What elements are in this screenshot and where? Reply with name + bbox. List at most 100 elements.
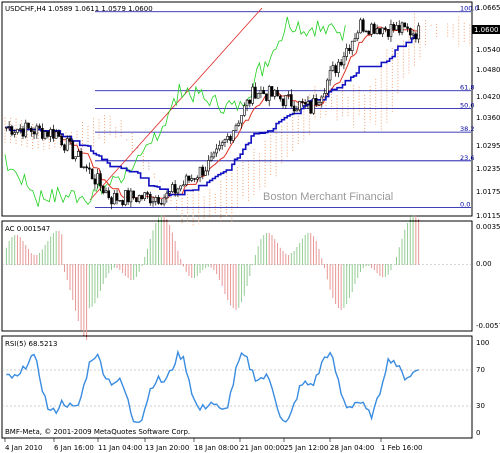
candle-body xyxy=(93,178,97,185)
candle-body xyxy=(195,177,199,180)
candle-body xyxy=(226,135,230,140)
candle-body xyxy=(13,132,16,135)
x-tick-label: 1 Feb 16:00 xyxy=(381,444,422,452)
fib-label: 61.8 xyxy=(460,84,474,92)
candle-body xyxy=(301,101,304,103)
candle-body xyxy=(82,166,86,168)
x-tick-label: 18 Jan 08:00 xyxy=(194,444,238,452)
candle-body xyxy=(18,128,22,130)
candle-body xyxy=(290,94,293,107)
fib-label: 0.0 xyxy=(460,200,470,208)
candle-body xyxy=(339,61,343,66)
candle-body xyxy=(160,203,163,205)
candle-body xyxy=(256,92,260,99)
x-tick-label: 6 Jan 16:00 xyxy=(54,444,94,452)
candle-body xyxy=(276,89,279,97)
candle-body xyxy=(65,138,69,151)
candle-body xyxy=(29,127,33,132)
candle-body xyxy=(265,93,268,101)
candle-body xyxy=(101,185,105,194)
ac-tick-label: 0.00359 xyxy=(476,223,500,231)
candle-body xyxy=(63,144,66,151)
candle-body xyxy=(237,122,241,126)
candle-body xyxy=(245,99,249,107)
rsi-label: RSI(5) 68.5213 xyxy=(5,340,57,348)
rsi-tick-label: 30 xyxy=(476,402,485,410)
x-tick-label: 28 Jan 04:00 xyxy=(330,444,374,452)
candle-body xyxy=(323,93,326,98)
ohlc-label: 1.0589 1.0611 1.0579 1.0600 xyxy=(48,5,153,13)
candle-body xyxy=(378,28,382,35)
price-tick-label: 1.0115 xyxy=(476,212,500,220)
candle-body xyxy=(157,197,160,204)
candle-body xyxy=(21,128,25,137)
candle-body xyxy=(38,125,41,129)
candle-body xyxy=(295,109,299,112)
candle-body xyxy=(68,138,72,142)
candle-body xyxy=(389,24,393,37)
candle-body xyxy=(184,175,188,186)
rsi-tick-label: 0 xyxy=(476,429,480,437)
candle-body xyxy=(218,145,221,150)
candle-body xyxy=(212,152,216,158)
candle-body xyxy=(49,129,52,137)
candle-body xyxy=(364,30,368,33)
x-tick-label: 25 Jan 12:00 xyxy=(284,444,328,452)
candle-body xyxy=(395,25,398,31)
candle-body xyxy=(148,194,152,204)
candle-body xyxy=(240,115,243,124)
candle-body xyxy=(370,23,373,35)
candle-body xyxy=(79,151,83,168)
candle-body xyxy=(71,140,75,160)
price-tick-label: 1.0480 xyxy=(476,66,500,74)
candle-body xyxy=(96,173,99,185)
candle-body xyxy=(345,47,348,57)
candle-body xyxy=(165,192,169,199)
price-tick-label: 1.0420 xyxy=(476,93,500,101)
price-tick-label: 1.0175 xyxy=(476,188,500,196)
candle-body xyxy=(171,184,174,192)
price-tick-label: 1.0540 xyxy=(476,46,500,54)
candle-body xyxy=(326,79,329,94)
candle-body xyxy=(350,40,354,52)
candle-body xyxy=(124,190,127,206)
price-tick-label: 1.0665 xyxy=(476,4,500,12)
candle-body xyxy=(392,24,396,31)
candle-body xyxy=(414,33,418,40)
candle-body xyxy=(57,131,61,137)
candle-body xyxy=(88,167,91,170)
candle-body xyxy=(270,86,274,97)
candle-body xyxy=(342,56,346,66)
candle-body xyxy=(262,90,265,95)
candle-body xyxy=(10,126,14,135)
candle-body xyxy=(110,197,113,205)
candle-body xyxy=(248,99,252,104)
fib-label: 50.0 xyxy=(460,102,474,110)
candle-body xyxy=(409,28,412,36)
candle-body xyxy=(384,27,387,30)
ac-tick-label: -0.00578 xyxy=(476,322,500,330)
copyright: BMF-Meta, © 2001-2009 MetaQuotes Softwar… xyxy=(5,428,190,436)
candle-body xyxy=(243,105,246,116)
candle-body xyxy=(328,70,332,81)
candle-body xyxy=(182,184,185,187)
x-tick-label: 11 Jan 04:00 xyxy=(98,444,142,452)
candle-body xyxy=(292,105,296,112)
candle-body xyxy=(381,27,384,35)
rsi-tick-label: 70 xyxy=(476,366,485,374)
candle-body xyxy=(60,136,64,146)
price-tick-label: 1.0360 xyxy=(476,114,500,122)
candle-body xyxy=(373,23,376,34)
candle-body xyxy=(229,135,232,141)
fib-label: 38.2 xyxy=(460,125,474,133)
chart-window: 100.0 61.8 50.0 38.2 23.6 0.0 1.0665 1.0540 1.0… xyxy=(0,0,500,453)
current-price-label: 1.0600 xyxy=(474,26,499,34)
candle-body xyxy=(207,160,210,172)
candle-body xyxy=(104,190,108,194)
candle-body xyxy=(367,30,371,35)
candle-body xyxy=(198,166,202,179)
candle-body xyxy=(259,90,263,94)
candle-body xyxy=(190,178,194,181)
x-tick-label: 13 Jan 20:00 xyxy=(145,444,189,452)
candle-body xyxy=(173,184,177,194)
